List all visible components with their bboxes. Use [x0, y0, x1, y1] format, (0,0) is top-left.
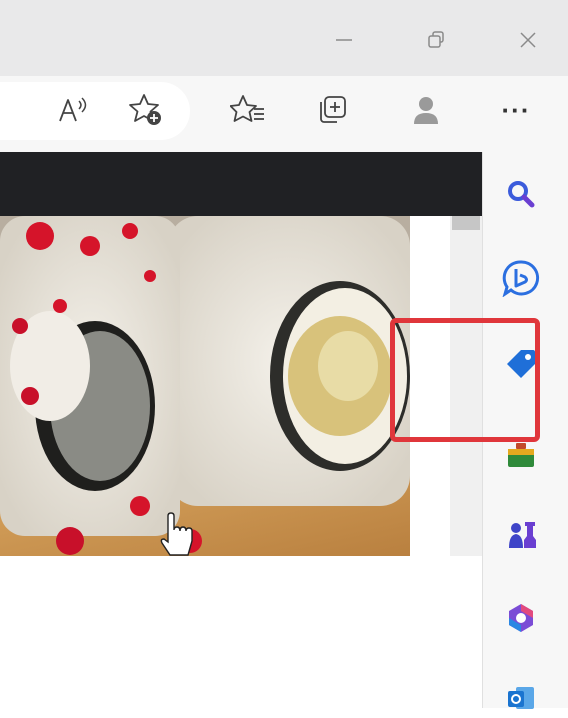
more-menu-button[interactable]: ··· — [494, 88, 538, 132]
browser-toolbar: ··· — [0, 76, 568, 152]
favorites-icon — [230, 95, 264, 122]
add-favorite-icon — [129, 94, 161, 125]
collections-button[interactable] — [310, 88, 354, 132]
read-aloud-icon — [59, 97, 87, 122]
minimize-icon — [336, 39, 352, 41]
title-bar — [0, 0, 568, 76]
profile-button[interactable] — [404, 88, 448, 132]
close-icon — [520, 32, 536, 48]
bing-chat-icon — [502, 260, 540, 297]
sidebar-item-bing-chat[interactable] — [501, 258, 541, 298]
add-favorite-button[interactable] — [124, 88, 168, 132]
sidebar-item-games[interactable] — [501, 516, 541, 556]
restore-button[interactable] — [414, 18, 458, 62]
office-icon — [509, 604, 533, 632]
sidebar-item-outlook[interactable] — [501, 678, 541, 718]
highlight-box — [390, 318, 540, 442]
sidebar-item-search[interactable] — [501, 174, 541, 214]
page-header-bar — [0, 152, 482, 224]
collections-icon — [320, 96, 346, 123]
profile-icon — [414, 97, 438, 124]
sidebar-item-office[interactable] — [501, 598, 541, 638]
favorites-button[interactable] — [226, 88, 270, 132]
read-aloud-button[interactable] — [52, 88, 96, 132]
outlook-icon — [508, 687, 534, 709]
sushi-photo — [0, 216, 410, 556]
tools-icon — [508, 443, 534, 467]
scrollbar-thumb[interactable] — [452, 216, 480, 230]
games-chess-icon — [509, 522, 536, 548]
restore-icon — [428, 31, 444, 48]
close-button[interactable] — [506, 18, 550, 62]
minimize-button[interactable] — [322, 18, 366, 62]
search-icon — [508, 181, 535, 208]
